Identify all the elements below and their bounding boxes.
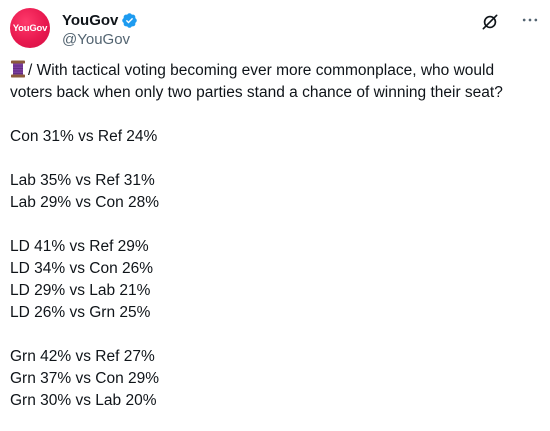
group-lab: Lab 35% vs Ref 31% Lab 29% vs Con 28%: [10, 170, 540, 214]
handle[interactable]: @YouGov: [62, 31, 138, 48]
result-line: Grn 37% vs Con 29%: [10, 370, 160, 387]
group-ld: LD 41% vs Ref 29% LD 34% vs Con 26% LD 2…: [10, 236, 540, 324]
avatar[interactable]: YouGov: [10, 8, 50, 48]
result-line: Con 31% vs Ref 24%: [10, 128, 158, 145]
result-line: Lab 29% vs Con 28%: [10, 194, 160, 211]
display-name[interactable]: YouGov: [62, 12, 118, 29]
tweet: YouGov YouGov @YouGov / With tactical vo…: [0, 0, 550, 431]
more-options-icon[interactable]: [520, 10, 540, 30]
result-line: LD 29% vs Lab 21%: [10, 282, 151, 299]
tweet-intro-line-2: voters back when only two parties stand …: [10, 84, 503, 101]
avatar-text: YouGov: [12, 22, 48, 34]
tweet-text: / With tactical voting becoming ever mor…: [10, 60, 540, 412]
result-line: LD 34% vs Con 26%: [10, 260, 154, 277]
thread-spool-emoji: [11, 60, 25, 78]
tweet-intro-text: / With tactical voting becoming ever mor…: [28, 62, 495, 79]
tweet-intro-line-1: / With tactical voting becoming ever mor…: [10, 60, 540, 82]
verified-badge-icon: [122, 12, 138, 28]
result-line: Lab 35% vs Ref 31%: [10, 172, 155, 189]
author-names: YouGov @YouGov: [62, 10, 138, 48]
result-line: LD 41% vs Ref 29%: [10, 238, 149, 255]
group-grn: Grn 42% vs Ref 27% Grn 37% vs Con 29% Gr…: [10, 346, 540, 412]
result-line: LD 26% vs Grn 25%: [10, 304, 151, 321]
group-con: Con 31% vs Ref 24%: [10, 126, 540, 148]
result-line: Grn 42% vs Ref 27%: [10, 348, 155, 365]
tweet-header: YouGov YouGov @YouGov: [10, 6, 540, 50]
display-name-row: YouGov: [62, 10, 138, 30]
result-line: Grn 30% vs Lab 20%: [10, 392, 157, 409]
grok-icon[interactable]: [480, 12, 500, 32]
